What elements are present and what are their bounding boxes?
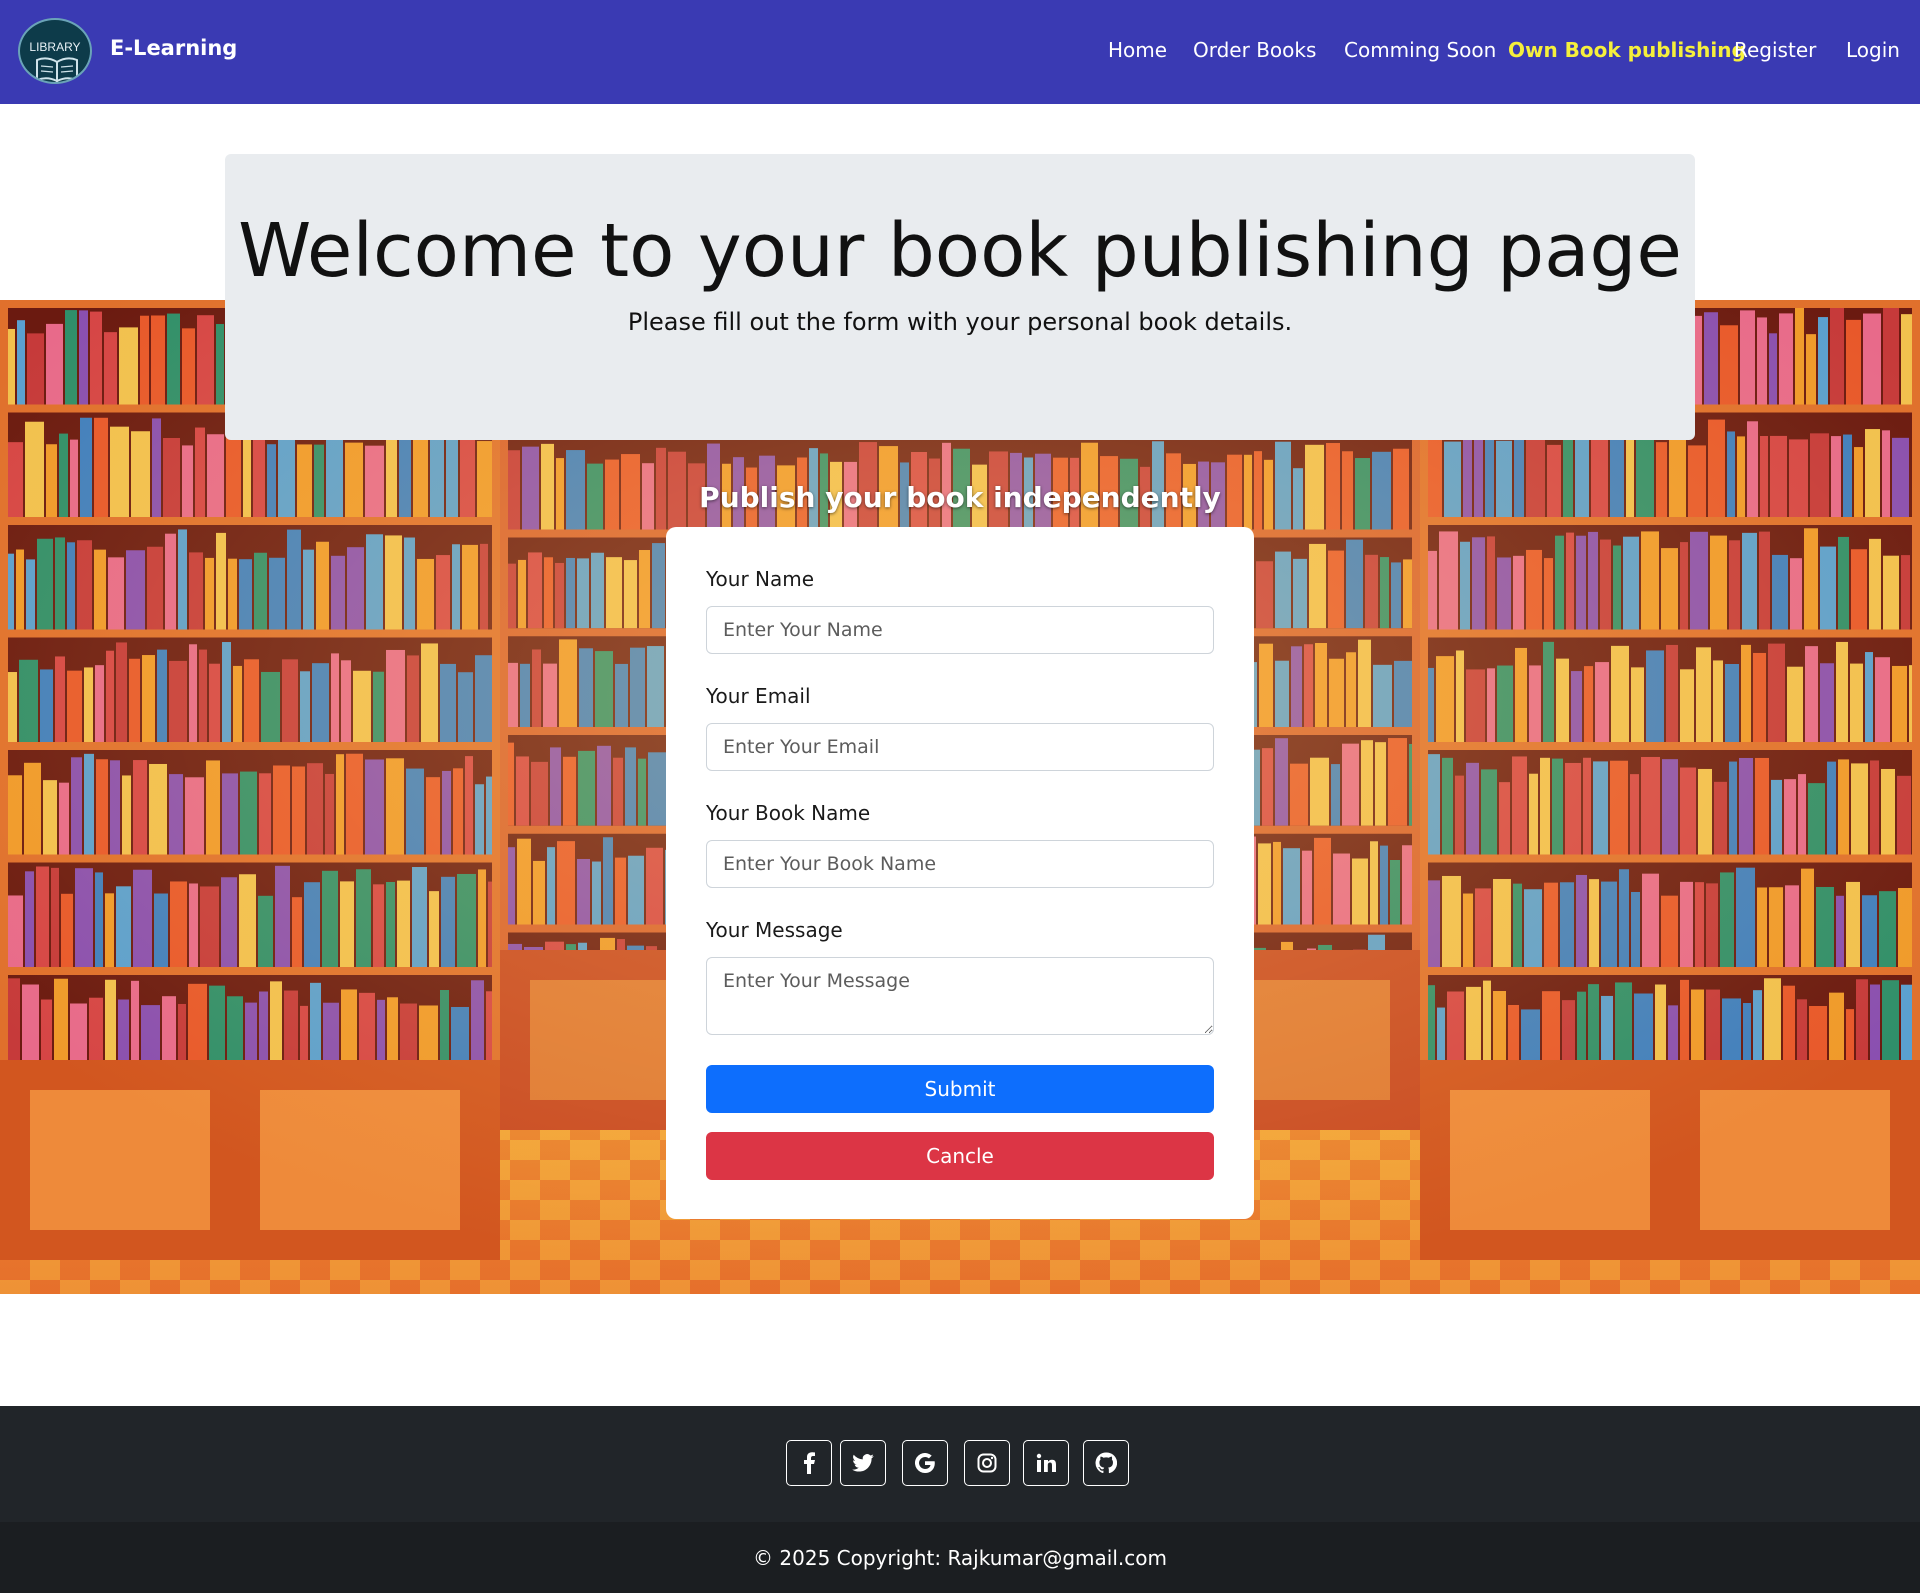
- copyright-text: © 2025 Copyright: Rajkumar@gmail.com: [753, 1546, 1167, 1570]
- navbar: LIBRARY E-Learning Home Order Books Comm…: [0, 0, 1920, 104]
- message-textarea[interactable]: [706, 957, 1214, 1035]
- nav-link-order-books[interactable]: Order Books: [1193, 38, 1316, 62]
- instagram-icon[interactable]: [964, 1440, 1010, 1486]
- email-input[interactable]: [706, 723, 1214, 771]
- book-name-label: Your Book Name: [706, 801, 871, 825]
- form-heading: Publish your book independently: [699, 481, 1221, 514]
- book-name-input[interactable]: [706, 840, 1214, 888]
- nav-link-register[interactable]: Register: [1734, 38, 1816, 62]
- message-label: Your Message: [706, 918, 843, 942]
- nav-link-comming-soon[interactable]: Comming Soon: [1344, 38, 1496, 62]
- publish-form: Your Name Your Email Your Book Name Your…: [666, 527, 1254, 1219]
- email-label: Your Email: [706, 684, 811, 708]
- brand-name[interactable]: E-Learning: [110, 36, 237, 60]
- twitter-icon[interactable]: [840, 1440, 886, 1486]
- linkedin-icon[interactable]: [1023, 1440, 1069, 1486]
- nav-link-home[interactable]: Home: [1108, 38, 1167, 62]
- library-logo[interactable]: LIBRARY: [18, 18, 92, 84]
- cancel-button[interactable]: Cancle: [706, 1132, 1214, 1180]
- page-subtitle: Please fill out the form with your perso…: [627, 308, 1293, 336]
- facebook-icon[interactable]: [786, 1440, 832, 1486]
- footer-bottom-bar: © 2025 Copyright: Rajkumar@gmail.com: [0, 1522, 1920, 1593]
- submit-button[interactable]: Submit: [706, 1065, 1214, 1113]
- name-label: Your Name: [706, 567, 815, 591]
- nav-link-login[interactable]: Login: [1846, 38, 1900, 62]
- name-input[interactable]: [706, 606, 1214, 654]
- nav-link-own-book-publishing[interactable]: Own Book publishing: [1508, 38, 1746, 62]
- google-icon[interactable]: [902, 1440, 948, 1486]
- open-book-icon: [36, 57, 78, 82]
- page-title: Welcome to your book publishing page: [238, 208, 1682, 294]
- welcome-jumbotron: Welcome to your book publishing page Ple…: [225, 154, 1695, 440]
- footer: © 2025 Copyright: Rajkumar@gmail.com: [0, 1406, 1920, 1593]
- logo-text: LIBRARY: [29, 40, 81, 54]
- github-icon[interactable]: [1083, 1440, 1129, 1486]
